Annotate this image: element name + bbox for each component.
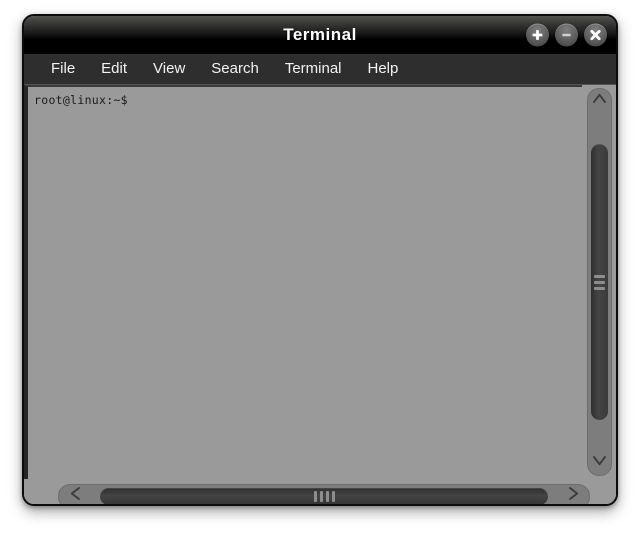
scroll-right-button[interactable]	[556, 484, 590, 505]
terminal-window: Terminal File Edit View Search Terminal …	[22, 14, 618, 506]
horizontal-scrollbar-track[interactable]	[58, 483, 590, 505]
scroll-down-button[interactable]	[587, 450, 612, 476]
terminal-prompt-line: root@linux:~$	[34, 93, 128, 107]
menu-item-search[interactable]: Search	[198, 58, 272, 80]
scroll-up-button[interactable]	[587, 88, 612, 114]
horizontal-scrollbar-thumb[interactable]	[100, 487, 548, 504]
vertical-scrollbar[interactable]	[582, 85, 616, 479]
chevron-down-icon	[592, 454, 607, 472]
horizontal-thumb-grip	[313, 490, 335, 502]
desktop-background: Terminal File Edit View Search Terminal …	[0, 0, 640, 533]
menu-item-help[interactable]: Help	[355, 58, 412, 80]
chevron-right-icon	[567, 486, 580, 504]
plus-icon	[531, 29, 544, 42]
window-title: Terminal	[283, 25, 357, 44]
close-icon	[589, 29, 602, 42]
vertical-scrollbar-thumb[interactable]	[590, 144, 608, 420]
chevron-left-icon	[69, 486, 82, 504]
minus-icon	[560, 29, 573, 42]
horizontal-scrollbar[interactable]	[24, 479, 616, 505]
menubar: File Edit View Search Terminal Help	[24, 54, 616, 85]
menu-item-view[interactable]: View	[140, 58, 198, 80]
close-button[interactable]	[584, 23, 607, 47]
window-titlebar[interactable]: Terminal	[24, 16, 616, 54]
terminal-pane: root@linux:~$	[24, 85, 582, 479]
chevron-up-icon	[592, 92, 607, 110]
vertical-scrollbar-track[interactable]	[586, 88, 612, 476]
window-body: root@linux:~$	[24, 85, 616, 479]
maximize-button[interactable]	[526, 23, 549, 47]
vertical-thumb-grip	[593, 274, 605, 290]
window-controls	[526, 23, 607, 47]
scroll-left-button[interactable]	[58, 484, 92, 505]
menu-item-terminal[interactable]: Terminal	[272, 58, 355, 80]
menu-item-file[interactable]: File	[38, 58, 88, 80]
minimize-button[interactable]	[555, 23, 578, 47]
menu-item-edit[interactable]: Edit	[88, 58, 140, 80]
terminal-output-area[interactable]: root@linux:~$	[28, 87, 582, 479]
